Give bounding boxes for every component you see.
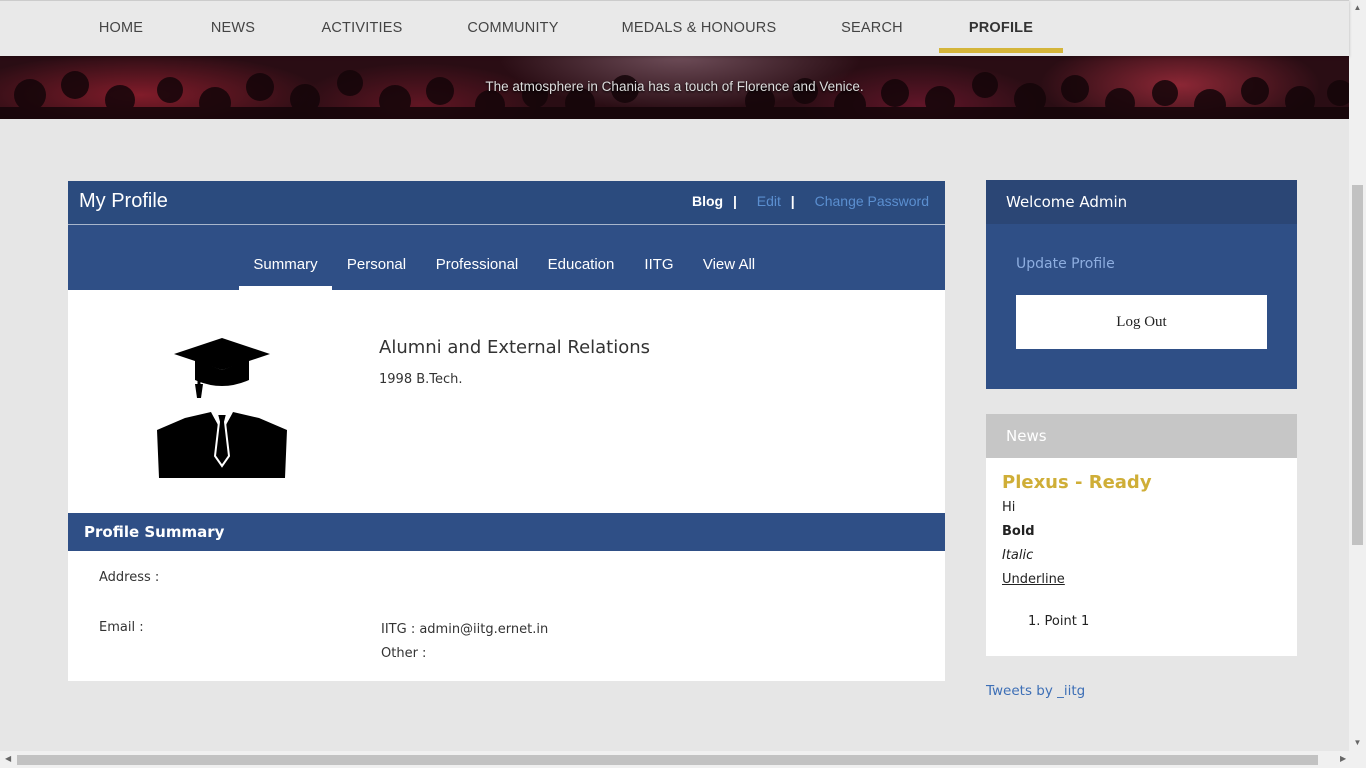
news-line-bold: Bold bbox=[1002, 524, 1035, 539]
tab-summary[interactable]: Summary bbox=[239, 225, 332, 290]
horizontal-scrollbar[interactable]: ◀ ▶ bbox=[0, 751, 1366, 768]
hero-banner: The atmosphere in Chania has a touch of … bbox=[0, 55, 1349, 119]
nav-search[interactable]: SEARCH bbox=[828, 1, 916, 56]
profile-overview: Alumni and External Relations 1998 B.Tec… bbox=[68, 290, 945, 513]
profile-header-links: Blog | Edit | Change Password bbox=[686, 193, 929, 209]
email-label: Email : bbox=[99, 620, 144, 635]
profile-card: My Profile Blog | Edit | Change Password… bbox=[68, 181, 945, 681]
profile-tabs: Summary Personal Professional Education … bbox=[68, 225, 945, 290]
update-profile-link[interactable]: Update Profile bbox=[1016, 256, 1115, 272]
nav-community[interactable]: COMMUNITY bbox=[458, 1, 568, 56]
page-title: My Profile bbox=[79, 190, 168, 212]
vertical-scroll-thumb[interactable] bbox=[1352, 185, 1363, 545]
graduate-avatar-icon bbox=[157, 338, 287, 478]
profile-card-header: My Profile Blog | Edit | Change Password bbox=[68, 181, 945, 225]
scroll-down-icon[interactable]: ▼ bbox=[1352, 738, 1363, 747]
nav-news[interactable]: NEWS bbox=[199, 1, 267, 56]
blog-link[interactable]: Blog bbox=[692, 193, 723, 209]
scroll-left-icon[interactable]: ◀ bbox=[5, 754, 11, 763]
welcome-panel: Welcome Admin Update Profile Log Out bbox=[986, 180, 1297, 389]
iitg-email-value: IITG : admin@iitg.ernet.in bbox=[381, 622, 549, 637]
tab-iitg[interactable]: IITG bbox=[633, 225, 685, 290]
tab-education[interactable]: Education bbox=[539, 225, 623, 290]
tab-professional[interactable]: Professional bbox=[425, 225, 529, 290]
vertical-scrollbar[interactable]: ▲ ▼ bbox=[1349, 0, 1366, 751]
news-line-underline: Underline bbox=[1002, 572, 1065, 587]
change-password-link[interactable]: Change Password bbox=[815, 193, 929, 209]
news-line-italic: Italic bbox=[1002, 548, 1034, 563]
profile-name: Alumni and External Relations bbox=[379, 337, 651, 358]
profile-summary-body: Address : Email : IITG : admin@iitg.erne… bbox=[68, 551, 945, 681]
nav-home[interactable]: HOME bbox=[86, 1, 156, 56]
news-list-item: 1. Point 1 bbox=[1028, 614, 1090, 629]
top-navigation: HOME NEWS ACTIVITIES COMMUNITY MEDALS & … bbox=[0, 0, 1349, 56]
other-email-value: Other : bbox=[381, 646, 427, 661]
active-nav-indicator bbox=[939, 48, 1063, 53]
news-panel: News Plexus - Ready Hi Bold Italic Under… bbox=[986, 414, 1297, 656]
scroll-right-icon[interactable]: ▶ bbox=[1340, 754, 1346, 763]
edit-link[interactable]: Edit bbox=[757, 193, 781, 209]
tweets-link[interactable]: Tweets by _iitg bbox=[986, 683, 1085, 699]
banner-caption: The atmosphere in Chania has a touch of … bbox=[485, 79, 864, 94]
tab-personal[interactable]: Personal bbox=[338, 225, 415, 290]
news-line-hi: Hi bbox=[1002, 500, 1016, 515]
nav-activities[interactable]: ACTIVITIES bbox=[309, 1, 415, 56]
profile-summary-heading: Profile Summary bbox=[68, 513, 945, 551]
scroll-up-icon[interactable]: ▲ bbox=[1352, 3, 1363, 12]
link-separator: | bbox=[790, 193, 795, 209]
profile-degree: 1998 B.Tech. bbox=[379, 372, 463, 387]
address-label: Address : bbox=[99, 570, 160, 585]
tab-view-all[interactable]: View All bbox=[695, 225, 763, 290]
link-separator: | bbox=[732, 193, 737, 209]
welcome-heading: Welcome Admin bbox=[986, 180, 1297, 224]
horizontal-scroll-thumb[interactable] bbox=[17, 755, 1318, 765]
nav-medals-honours[interactable]: MEDALS & HONOURS bbox=[611, 1, 787, 56]
news-item-title[interactable]: Plexus - Ready bbox=[1002, 472, 1152, 493]
news-heading: News bbox=[986, 414, 1297, 458]
logout-button[interactable]: Log Out bbox=[1016, 295, 1267, 349]
